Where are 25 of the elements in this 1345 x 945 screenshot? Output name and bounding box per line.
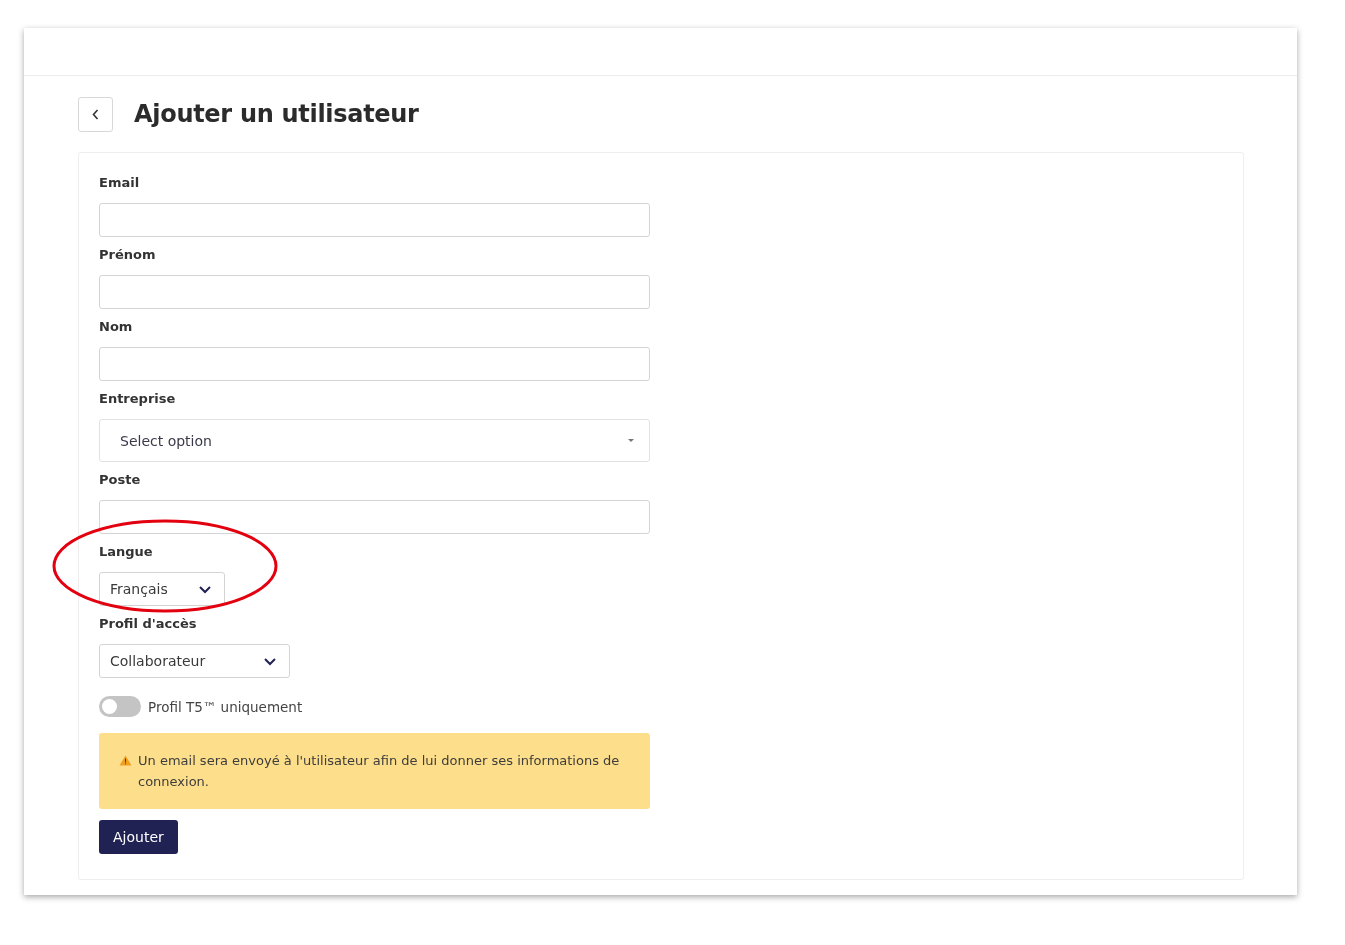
field-label: Poste [99, 472, 142, 489]
notice-text: Un email sera envoyé à l'utilisateur afin de lui donner ses informations de connexion. [138, 752, 620, 791]
field-label: Nom [99, 319, 134, 336]
text-field[interactable] [99, 500, 650, 534]
field-label: Prénom [99, 247, 157, 264]
select-field[interactable]: Select option [99, 419, 650, 462]
dropdown[interactable]: Collaborateur [99, 644, 291, 678]
field-label: Entreprise [99, 391, 177, 408]
text-field[interactable] [99, 203, 650, 237]
chevron-down-icon [263, 656, 278, 666]
chevron-down-icon [197, 584, 212, 594]
dropdown[interactable]: Français [99, 572, 225, 606]
text-field[interactable] [99, 275, 650, 309]
add-button[interactable]: Ajouter [99, 820, 178, 854]
text-field[interactable] [99, 347, 650, 381]
back-icon [92, 108, 99, 120]
field-label: Profil d'accès [99, 616, 198, 633]
caret-icon [627, 438, 635, 443]
back-button[interactable] [78, 96, 113, 132]
toggle-label: Profil T5™ uniquement [148, 698, 303, 715]
field-label: Email [99, 175, 141, 192]
page-title: Ajouter un utilisateur [134, 100, 419, 128]
toggle-switch[interactable] [99, 696, 141, 717]
warning-icon [119, 755, 132, 766]
field-label: Langue [99, 544, 154, 561]
